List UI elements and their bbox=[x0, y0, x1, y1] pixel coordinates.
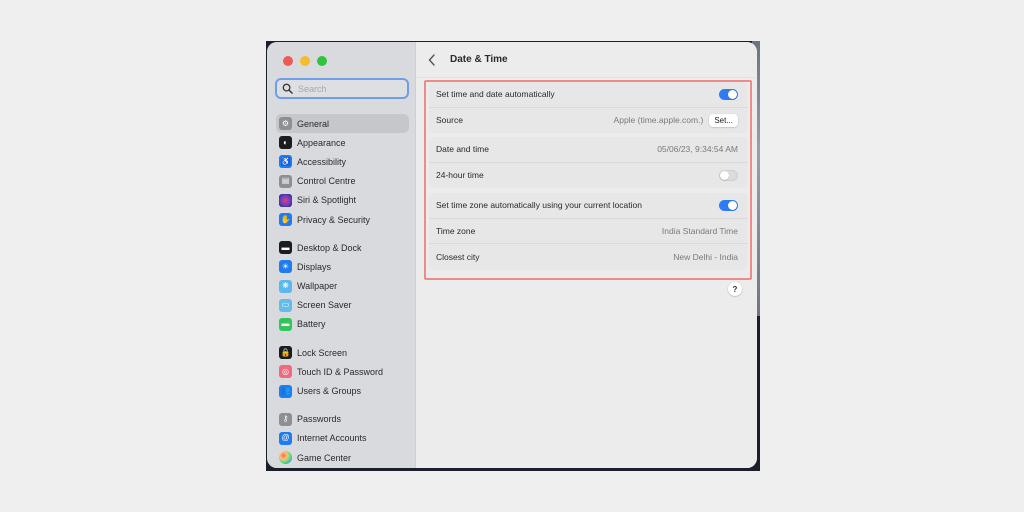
traffic-lights bbox=[283, 56, 327, 66]
sidebar-item-label: Battery bbox=[297, 319, 326, 330]
screen-saver-icon: ▭ bbox=[279, 298, 292, 312]
nav-group-spacer bbox=[276, 401, 409, 410]
sidebar-item-desktop-dock[interactable]: ▬ Desktop & Dock bbox=[276, 238, 409, 257]
nav-group-spacer bbox=[276, 334, 409, 343]
gear-icon: ⚙ bbox=[279, 117, 292, 131]
title-bar: Date & Time bbox=[416, 42, 757, 78]
sidebar-item-label: Passwords bbox=[297, 414, 342, 425]
sidebar-item-label: Touch ID & Password bbox=[297, 366, 384, 377]
help-button[interactable]: ? bbox=[728, 282, 742, 296]
sidebar-item-touch-id-password[interactable]: ◎ Touch ID & Password bbox=[276, 362, 409, 381]
sidebar-item-passwords[interactable]: ⚷ Passwords bbox=[276, 410, 409, 429]
page-title: Date & Time bbox=[450, 54, 508, 65]
sun-icon: ☀ bbox=[279, 260, 292, 274]
sidebar-item-label: Appearance bbox=[297, 137, 346, 148]
sidebar-item-label: Control Centre bbox=[297, 176, 356, 187]
nav-group-spacer bbox=[276, 229, 409, 238]
sidebar-item-privacy-security[interactable]: ✋ Privacy & Security bbox=[276, 210, 409, 229]
sidebar-item-siri-spotlight[interactable]: Siri & Spotlight bbox=[276, 191, 409, 210]
sidebar-item-screen-saver[interactable]: ▭ Screen Saver bbox=[276, 296, 409, 315]
siri-icon bbox=[279, 193, 292, 207]
system-settings-window: ⚙ General ◐ Appearance ♿ Accessibility ▤ Contro… bbox=[267, 42, 757, 468]
dock-icon: ▬ bbox=[279, 241, 292, 255]
sidebar-item-label: Siri & Spotlight bbox=[297, 195, 357, 206]
sidebar-item-battery[interactable]: ▬ Battery bbox=[276, 315, 409, 334]
sidebar-item-label: Desktop & Dock bbox=[297, 242, 362, 253]
wallpaper-icon: ❋ bbox=[279, 279, 292, 293]
zoom-button[interactable] bbox=[317, 56, 327, 66]
at-icon: @ bbox=[279, 431, 292, 445]
sidebar-item-label: General bbox=[297, 118, 330, 129]
sidebar-item-label: Lock Screen bbox=[297, 347, 348, 358]
hand-icon: ✋ bbox=[279, 213, 292, 227]
accessibility-icon: ♿ bbox=[279, 155, 292, 169]
sidebar-item-users-groups[interactable]: 👥 Users & Groups bbox=[276, 381, 409, 400]
chevron-left-icon bbox=[428, 53, 435, 66]
search-input[interactable] bbox=[298, 83, 398, 94]
sidebar-item-label: Accessibility bbox=[297, 156, 347, 167]
control-centre-icon: ▤ bbox=[279, 174, 292, 188]
back-button[interactable] bbox=[428, 53, 438, 66]
sidebar-item-label: Screen Saver bbox=[297, 300, 352, 311]
sidebar-item-internet-accounts[interactable]: @ Internet Accounts bbox=[276, 429, 409, 448]
battery-icon: ▬ bbox=[279, 317, 292, 331]
sidebar-item-lock-screen[interactable]: 🔒 Lock Screen bbox=[276, 343, 409, 362]
sidebar-item-control-centre[interactable]: ▤ Control Centre bbox=[276, 172, 409, 191]
sidebar-item-wallpaper[interactable]: ❋ Wallpaper bbox=[276, 277, 409, 296]
sidebar-item-label: Privacy & Security bbox=[297, 214, 371, 225]
users-icon: 👥 bbox=[279, 384, 292, 398]
sidebar-item-label: Users & Groups bbox=[297, 386, 362, 397]
sidebar-nav: ⚙ General ◐ Appearance ♿ Accessibility ▤ Contro… bbox=[276, 114, 409, 467]
sidebar-item-label: Game Center bbox=[297, 452, 352, 463]
sidebar-item-label: Displays bbox=[297, 261, 332, 272]
sidebar-item-appearance[interactable]: ◐ Appearance bbox=[276, 133, 409, 152]
highlight-box bbox=[424, 80, 752, 280]
main-pane: Date & Time Set time and date automatica… bbox=[416, 42, 757, 468]
sidebar-item-label: Wallpaper bbox=[297, 281, 338, 292]
sidebar: ⚙ General ◐ Appearance ♿ Accessibility ▤ Contro… bbox=[267, 42, 416, 468]
close-button[interactable] bbox=[283, 56, 293, 66]
game-center-icon bbox=[279, 451, 292, 465]
search-field[interactable] bbox=[275, 78, 409, 99]
minimize-button[interactable] bbox=[300, 56, 310, 66]
sidebar-item-game-center[interactable]: Game Center bbox=[276, 448, 409, 467]
sidebar-item-accessibility[interactable]: ♿ Accessibility bbox=[276, 152, 409, 171]
lock-icon: 🔒 bbox=[279, 346, 292, 360]
sidebar-item-displays[interactable]: ☀ Displays bbox=[276, 257, 409, 276]
appearance-icon: ◐ bbox=[279, 136, 292, 150]
key-icon: ⚷ bbox=[279, 412, 292, 426]
sidebar-item-general[interactable]: ⚙ General bbox=[276, 114, 409, 134]
search-icon bbox=[282, 83, 293, 94]
sidebar-item-label: Internet Accounts bbox=[297, 433, 367, 444]
fingerprint-icon: ◎ bbox=[279, 365, 292, 379]
